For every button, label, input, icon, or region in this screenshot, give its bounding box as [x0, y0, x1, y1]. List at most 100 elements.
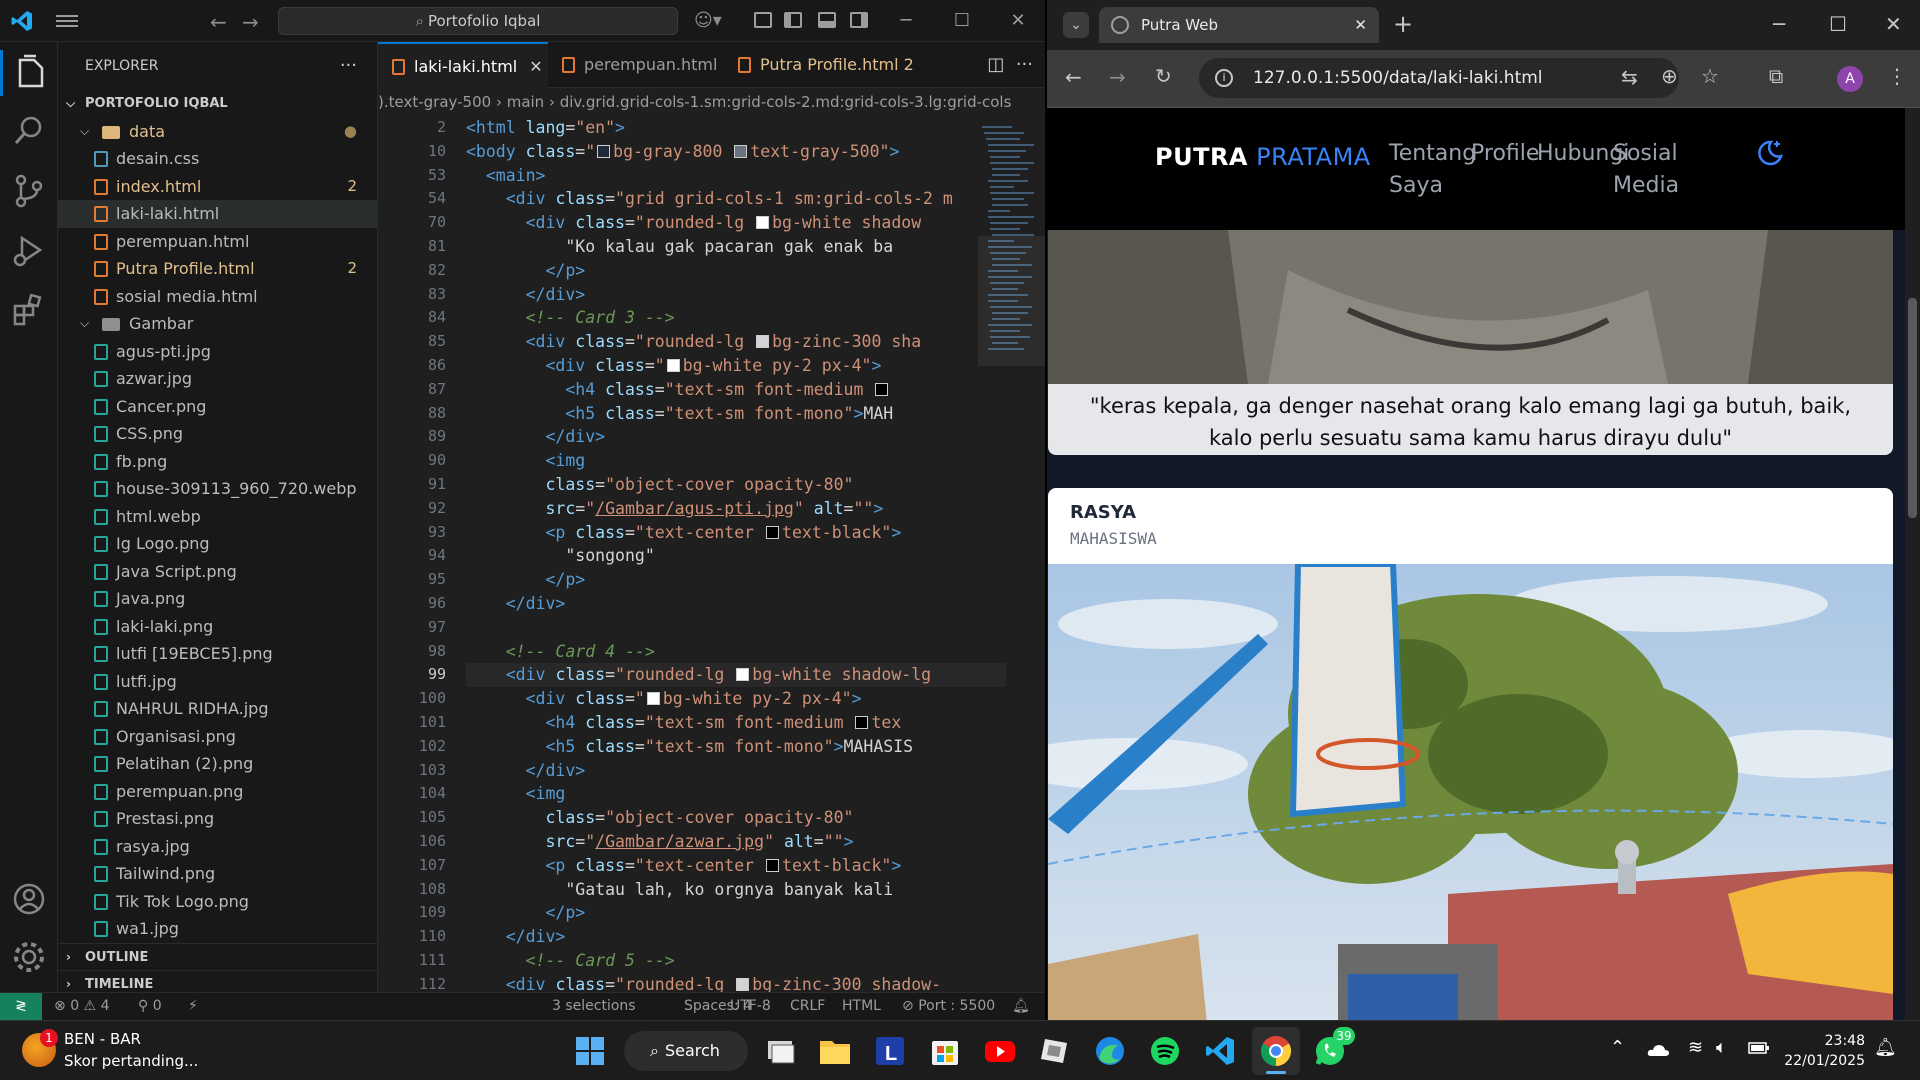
- code-area[interactable]: <html lang="en"> <body class=" bg-gray-80…: [466, 116, 1006, 992]
- live-server-port[interactable]: ⊘ Port : 5500: [902, 993, 995, 1020]
- file-item[interactable]: Prestasi.png: [58, 805, 377, 833]
- remote-indicator-icon[interactable]: ≷: [0, 993, 42, 1021]
- language-indicator[interactable]: HTML: [842, 993, 881, 1020]
- volume-icon[interactable]: 🔈︎: [1716, 1037, 1727, 1058]
- outline-section[interactable]: › OUTLINE: [58, 942, 377, 971]
- address-bar[interactable]: i 127.0.0.1:5500/data/laki-laki.html: [1199, 58, 1679, 98]
- forward-arrow-icon[interactable]: →: [1109, 65, 1126, 89]
- folder-gambar[interactable]: ⌵ Gambar: [58, 310, 377, 338]
- source-control-icon[interactable]: [10, 172, 48, 210]
- file-item[interactable]: Tik Tok Logo.png: [58, 888, 377, 916]
- tab-perempuan[interactable]: perempuan.html: [548, 42, 724, 88]
- account-icon[interactable]: [10, 880, 48, 918]
- tab-laki-laki[interactable]: laki-laki.html ✕: [378, 42, 548, 88]
- windows-start-icon[interactable]: [570, 1031, 610, 1071]
- minimize-button[interactable]: ─: [1773, 12, 1785, 36]
- back-arrow-icon[interactable]: ←: [210, 10, 227, 34]
- file-item[interactable]: wa1.jpg: [58, 915, 377, 943]
- workspace-root[interactable]: ⌵ PORTOFOLIO IQBAL: [58, 90, 377, 118]
- profile-avatar[interactable]: A: [1837, 66, 1863, 92]
- file-item[interactable]: CSS.png: [58, 420, 377, 448]
- explorer-icon[interactable]: [12, 54, 50, 92]
- wifi-icon[interactable]: ≋: [1688, 1037, 1703, 1058]
- file-item[interactable]: Putra Profile.html 2: [58, 255, 377, 283]
- close-window-button[interactable]: ✕: [1885, 12, 1902, 36]
- ports-indicator[interactable]: ⚲ 0: [138, 993, 162, 1020]
- search-icon[interactable]: [10, 112, 48, 150]
- minimize-button[interactable]: ─: [886, 8, 926, 34]
- split-editor-icon[interactable]: ◫: [987, 54, 1004, 75]
- vscode-taskbar-icon[interactable]: [1200, 1031, 1240, 1071]
- onedrive-cloud-icon[interactable]: [1646, 1039, 1670, 1061]
- file-item[interactable]: Tailwind.png: [58, 860, 377, 888]
- page-scrollbar[interactable]: [1905, 108, 1920, 1020]
- notifications-bell-icon[interactable]: 🔔︎: [1012, 993, 1030, 1020]
- file-item[interactable]: Ig Logo.png: [58, 530, 377, 558]
- run-debug-icon[interactable]: [10, 232, 48, 270]
- eol-indicator[interactable]: CRLF: [790, 993, 825, 1020]
- translate-icon[interactable]: ⇆: [1621, 65, 1638, 89]
- problems-indicator[interactable]: ⊗ 0 ⚠ 4: [54, 993, 109, 1020]
- settings-gear-icon[interactable]: [10, 938, 48, 976]
- file-item[interactable]: laki-laki.png: [58, 613, 377, 641]
- chrome-menu-icon[interactable]: ⋮: [1887, 64, 1907, 88]
- zoom-icon[interactable]: ⊕: [1661, 64, 1678, 88]
- spotify-icon[interactable]: [1145, 1031, 1185, 1071]
- file-explorer-icon[interactable]: [815, 1031, 855, 1071]
- customize-layout-icon[interactable]: [754, 12, 772, 28]
- reload-icon[interactable]: ↻: [1155, 64, 1172, 88]
- status-icon[interactable]: ⚡: [188, 993, 198, 1020]
- show-hidden-icons-chevron-icon[interactable]: ⌃: [1610, 1037, 1625, 1058]
- file-item[interactable]: html.webp: [58, 503, 377, 531]
- file-item[interactable]: index.html 2: [58, 173, 377, 201]
- toggle-secondary-sidebar-icon[interactable]: [850, 12, 868, 28]
- system-clock[interactable]: 23:48 22/01/2025: [1775, 1031, 1865, 1071]
- file-item[interactable]: Pelatihan (2).png: [58, 750, 377, 778]
- taskbar-search[interactable]: ⌕ Search: [624, 1031, 748, 1071]
- nav-link-tentang-saya[interactable]: Tentang Saya: [1389, 138, 1476, 202]
- app-l-icon[interactable]: L: [870, 1031, 910, 1071]
- file-item[interactable]: Organisasi.png: [58, 723, 377, 751]
- folder-data[interactable]: ⌵ data ●: [58, 118, 377, 146]
- maximize-button[interactable]: ☐: [942, 8, 982, 34]
- notification-bell-icon[interactable]: 🔔︎: [1874, 1037, 1897, 1058]
- selections-indicator[interactable]: 3 selections: [552, 993, 636, 1020]
- bookmark-star-icon[interactable]: ☆: [1701, 64, 1719, 88]
- edge-icon[interactable]: [1090, 1031, 1130, 1071]
- new-tab-plus-icon[interactable]: +: [1393, 10, 1413, 38]
- back-arrow-icon[interactable]: ←: [1065, 65, 1082, 89]
- file-item[interactable]: Java Script.png: [58, 558, 377, 586]
- dark-mode-moon-icon[interactable]: [1755, 138, 1785, 168]
- site-info-icon[interactable]: i: [1215, 69, 1233, 87]
- minimap[interactable]: [978, 116, 1045, 992]
- forward-arrow-icon[interactable]: →: [242, 10, 259, 34]
- close-tab-icon[interactable]: ✕: [529, 57, 542, 76]
- scrollbar-thumb[interactable]: [1908, 298, 1917, 518]
- file-item[interactable]: Java.png: [58, 585, 377, 613]
- file-item[interactable]: lutfi [19EBCE5].png: [58, 640, 377, 668]
- file-item[interactable]: fb.png: [58, 448, 377, 476]
- close-tab-icon[interactable]: ✕: [1354, 7, 1367, 43]
- maximize-button[interactable]: ☐: [1829, 12, 1847, 36]
- menu-icon[interactable]: [56, 12, 78, 30]
- chrome-taskbar-active[interactable]: [1252, 1027, 1300, 1075]
- task-view-icon[interactable]: [760, 1031, 800, 1071]
- copilot-icon[interactable]: ☺▾: [694, 10, 722, 31]
- more-actions-icon[interactable]: ···: [1016, 54, 1033, 75]
- more-actions-icon[interactable]: ···: [340, 42, 357, 90]
- tab-search-chevron-icon[interactable]: ⌄: [1063, 12, 1089, 38]
- file-item[interactable]: agus-pti.jpg: [58, 338, 377, 366]
- toggle-sidebar-icon[interactable]: [784, 12, 802, 28]
- browser-tab-active[interactable]: Putra Web ✕: [1099, 7, 1379, 43]
- file-item[interactable]: Cancer.png: [58, 393, 377, 421]
- site-brand[interactable]: PUTRA PRATAMA: [1155, 143, 1371, 171]
- extensions-icon[interactable]: [10, 292, 48, 330]
- tab-putra-profile[interactable]: Putra Profile.html 2: [724, 42, 954, 88]
- snipping-tool-icon[interactable]: [1035, 1031, 1075, 1071]
- file-item[interactable]: azwar.jpg: [58, 365, 377, 393]
- file-item[interactable]: sosial media.html: [58, 283, 377, 311]
- file-item[interactable]: house-309113_960_720.webp: [58, 475, 377, 503]
- command-center[interactable]: ⌕ Portofolio Iqbal: [278, 7, 678, 35]
- nav-link-profile[interactable]: Profile: [1471, 138, 1539, 170]
- encoding-indicator[interactable]: UTF-8: [730, 993, 771, 1020]
